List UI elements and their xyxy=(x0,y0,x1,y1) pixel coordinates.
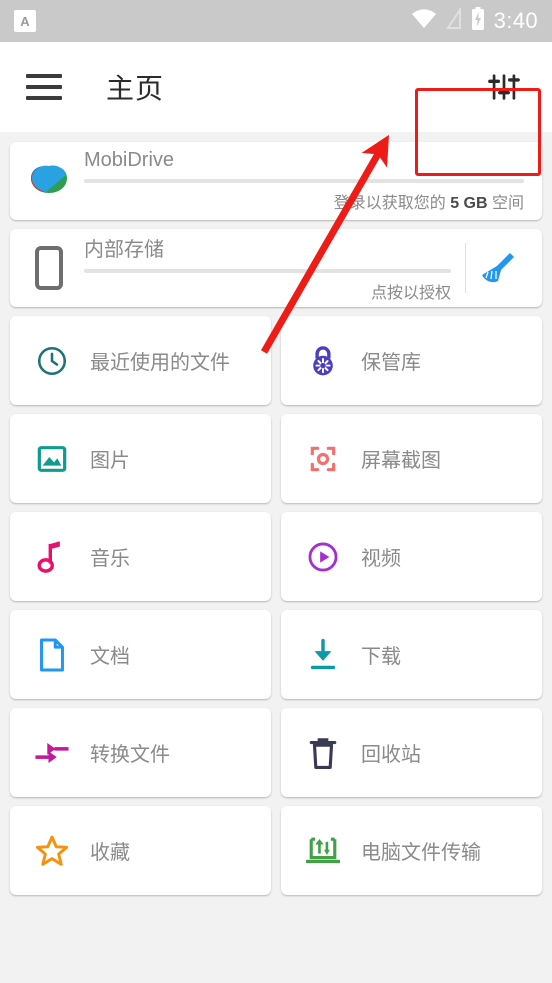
tile-label: 回收站 xyxy=(361,744,421,766)
mobidrive-cloud-logo xyxy=(22,161,76,201)
tile-documents[interactable]: 文档 xyxy=(10,610,271,699)
storage-progress-bar xyxy=(84,269,451,273)
hint-prefix: 登录以获取您的 xyxy=(333,195,451,212)
tile-screenshots[interactable]: 屏幕截图 xyxy=(281,414,542,503)
storage-name: 内部存储 xyxy=(84,239,164,261)
document-icon xyxy=(32,637,72,672)
status-bar-right: 3:40 xyxy=(411,6,538,36)
tile-label: 文档 xyxy=(90,646,130,668)
page-title: 主页 xyxy=(106,73,165,104)
app-notification-icon: A xyxy=(14,10,36,32)
tile-label: 图片 xyxy=(90,450,130,472)
tune-sliders-icon[interactable] xyxy=(476,59,532,115)
mobidrive-signin-hint: 登录以获取您的 5 GB 空间 xyxy=(84,189,524,213)
hamburger-menu-icon[interactable] xyxy=(26,74,62,100)
tile-label: 下载 xyxy=(361,646,401,668)
hint-suffix: 空间 xyxy=(487,195,524,212)
tile-vault[interactable]: 保管库 xyxy=(281,316,542,405)
status-bar: A 3:40 xyxy=(0,0,552,42)
storage-card-internal[interactable]: 内部存储 点按以授权 xyxy=(10,229,542,307)
tile-label: 视频 xyxy=(361,548,401,570)
tile-music[interactable]: 音乐 xyxy=(10,512,271,601)
app-bar: 主页 xyxy=(0,42,552,176)
internal-storage-hint: 点按以授权 xyxy=(370,285,451,302)
status-bar-clock: 3:40 xyxy=(493,8,538,33)
play-circle-icon xyxy=(303,540,343,574)
lock-icon xyxy=(303,344,343,378)
tile-label: 收藏 xyxy=(90,842,130,864)
storage-name: MobiDrive xyxy=(84,149,175,171)
download-icon xyxy=(303,638,343,672)
tile-label: 音乐 xyxy=(90,548,130,570)
convert-arrows-icon xyxy=(32,740,72,766)
tile-favorites[interactable]: 收藏 xyxy=(10,806,271,895)
screenshot-icon xyxy=(303,443,343,475)
phone-device-icon xyxy=(22,245,76,291)
wifi-icon xyxy=(411,8,437,34)
tile-label: 最近使用的文件 xyxy=(90,352,230,374)
tile-label: 屏幕截图 xyxy=(361,450,441,472)
tile-pictures[interactable]: 图片 xyxy=(10,414,271,503)
image-icon xyxy=(32,443,72,475)
feature-tile-grid: 最近使用的文件 保管库 图片 屏幕截图 音乐 视频 文档 下载 转换文件 回收站… xyxy=(10,316,542,895)
tile-video[interactable]: 视频 xyxy=(281,512,542,601)
mobidrive-info: MobiDrive 登录以获取您的 5 GB 空间 xyxy=(76,149,528,213)
tile-label: 电脑文件传输 xyxy=(361,842,481,864)
tile-label: 转换文件 xyxy=(90,744,170,766)
tile-label: 保管库 xyxy=(361,352,421,374)
main-content: MobiDrive 登录以获取您的 5 GB 空间 内部存储 点按以授权 最近使… xyxy=(0,132,552,895)
music-note-icon xyxy=(32,540,72,574)
tile-downloads[interactable]: 下载 xyxy=(281,610,542,699)
trash-icon xyxy=(303,736,343,770)
internal-storage-info: 内部存储 点按以授权 xyxy=(76,233,455,303)
hint-quota: 5 GB xyxy=(450,195,488,212)
tile-recent-files[interactable]: 最近使用的文件 xyxy=(10,316,271,405)
storage-card-mobidrive[interactable]: MobiDrive 登录以获取您的 5 GB 空间 xyxy=(10,142,542,220)
tile-recycle-bin[interactable]: 回收站 xyxy=(281,708,542,797)
tile-convert-files[interactable]: 转换文件 xyxy=(10,708,271,797)
clock-icon xyxy=(32,344,72,378)
laptop-transfer-icon xyxy=(303,835,343,867)
broom-clean-icon[interactable] xyxy=(466,245,528,291)
app-root: A 3:40 主页 MobiDrive 登录以获取您的 5 GB 空间 内部存储… xyxy=(0,0,552,983)
tile-pc-file-transfer[interactable]: 电脑文件传输 xyxy=(281,806,542,895)
status-bar-left: A xyxy=(14,10,36,32)
star-icon xyxy=(32,834,72,868)
battery-charging-icon xyxy=(471,6,485,36)
storage-progress-bar xyxy=(84,179,524,183)
signal-off-icon xyxy=(445,6,462,35)
